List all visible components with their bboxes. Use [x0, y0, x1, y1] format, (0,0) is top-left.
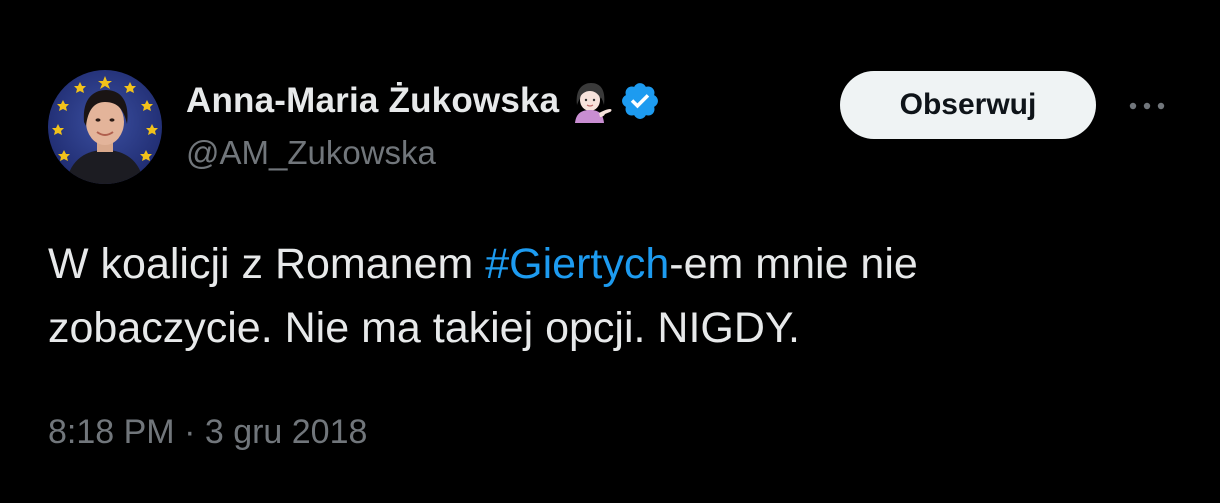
woman-tipping-hand-icon — [569, 79, 613, 123]
verified-badge-icon[interactable] — [619, 80, 661, 122]
more-options-icon — [1129, 102, 1165, 110]
avatar-image — [48, 70, 162, 184]
author-name-row: Anna-Maria Żukowska — [186, 78, 661, 124]
avatar[interactable] — [48, 70, 162, 184]
author-display-name[interactable]: Anna-Maria Żukowska — [186, 81, 559, 121]
more-options-button[interactable] — [1120, 86, 1174, 126]
tweet-timestamp[interactable]: 8:18 PM · 3 gru 2018 — [48, 413, 367, 452]
hashtag-link[interactable]: #Giertych — [485, 240, 669, 288]
follow-button[interactable]: Obserwuj — [840, 71, 1096, 139]
tweet-text: W koalicji z Romanem #Giertych-em mnie n… — [48, 232, 1148, 360]
tweet-text-before: W koalicji z Romanem — [48, 240, 486, 288]
tweet-card: Anna-Maria Żukowska @AM_Zukowska Obserwu… — [0, 0, 1220, 503]
author-handle[interactable]: @AM_Zukowska — [186, 134, 436, 172]
